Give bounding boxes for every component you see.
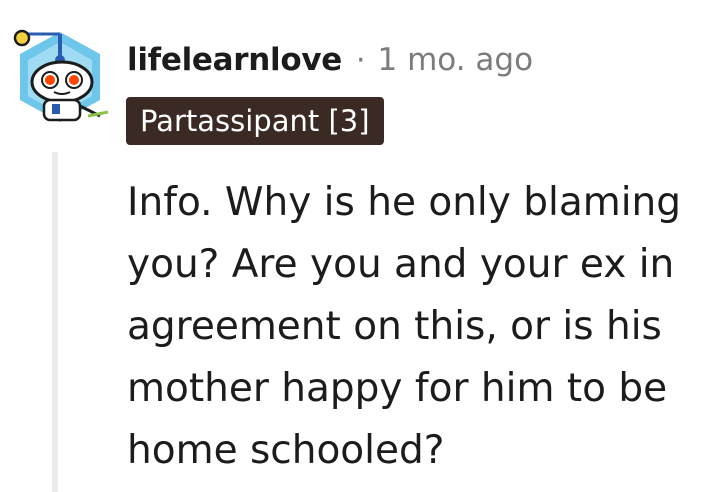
comment-timestamp[interactable]: 1 mo. ago (378, 42, 534, 78)
separator-dot: · (355, 42, 366, 78)
user-flair-badge: Partassipant [3] (126, 97, 384, 145)
thread-line[interactable] (52, 152, 58, 492)
comment-body: Info. Why is he only blaming you? Are yo… (127, 180, 682, 473)
snoo-robot-avatar-icon (13, 29, 109, 122)
user-avatar[interactable] (8, 20, 112, 130)
comment-header: lifelearnlove · 1 mo. ago (127, 38, 533, 82)
author-username[interactable]: lifelearnlove (127, 42, 342, 78)
